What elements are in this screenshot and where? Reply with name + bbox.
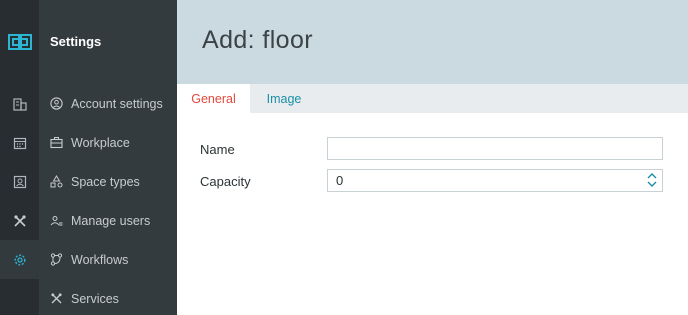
rail-badge-button[interactable]: [0, 162, 39, 201]
sidebar-title: Settings: [50, 34, 102, 49]
user-circle-icon: [50, 97, 63, 110]
rail-settings-button[interactable]: [0, 240, 39, 279]
sidebar-item-label: Space types: [71, 174, 140, 189]
building-icon: [12, 97, 27, 111]
capacity-stepper[interactable]: [327, 169, 663, 192]
page-header: Add: floor: [177, 0, 688, 84]
capacity-label: Capacity: [200, 174, 251, 189]
sidebar-item-label: Workplace: [71, 135, 130, 150]
rail-calendar-button[interactable]: [0, 123, 39, 162]
tools-icon: [13, 214, 26, 227]
icon-rail: [0, 0, 39, 315]
badge-icon: [13, 175, 26, 188]
sidebar-item-manage-users[interactable]: Manage users: [39, 201, 177, 240]
name-label: Name: [200, 142, 235, 157]
sidebar-item-services[interactable]: Services: [39, 279, 177, 315]
settings-sidebar: Settings Account settings Workplace Spac…: [39, 0, 177, 315]
sidebar-item-label: Manage users: [71, 213, 151, 228]
page-title: Add: floor: [202, 26, 314, 54]
users-icon: [50, 216, 63, 226]
sidebar-item-label: Account settings: [71, 96, 163, 111]
tab-general[interactable]: General: [177, 84, 250, 113]
stepper-arrows-icon[interactable]: [645, 171, 659, 189]
sidebar-item-label: Services: [71, 291, 119, 306]
sidebar-item-label: Workflows: [71, 252, 129, 267]
calendar-icon: [13, 137, 26, 149]
gear-icon: [13, 253, 26, 266]
tab-image[interactable]: Image: [250, 84, 318, 113]
name-input[interactable]: [327, 137, 663, 160]
rail-tools-button[interactable]: [0, 201, 39, 240]
app-logo-icon[interactable]: [0, 0, 39, 84]
workflow-icon: [50, 253, 63, 266]
tools-icon: [51, 293, 62, 304]
sidebar-item-space-types[interactable]: Space types: [39, 162, 177, 201]
tab-bar: General Image: [177, 84, 688, 113]
sidebar-item-workflows[interactable]: Workflows: [39, 240, 177, 279]
rail-building-button[interactable]: [0, 84, 39, 123]
sidebar-item-account-settings[interactable]: Account settings: [39, 84, 177, 123]
sidebar-item-workplace[interactable]: Workplace: [39, 123, 177, 162]
shapes-icon: [50, 175, 63, 188]
briefcase-icon: [50, 137, 63, 149]
